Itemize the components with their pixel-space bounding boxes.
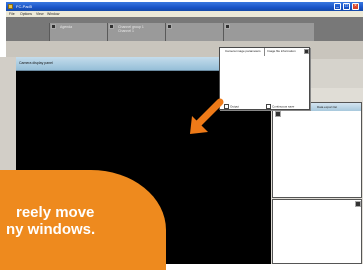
tool-strip-2[interactable]: Channel group 1 Channel 1: [107, 23, 166, 41]
continuous-save-checkbox[interactable]: Continuous save: [266, 104, 294, 109]
panel-title: Camera display panel: [19, 61, 53, 65]
maximize-button[interactable]: □: [343, 3, 350, 10]
column-divider: [264, 48, 265, 56]
callout-line-1: reely move: [16, 204, 95, 221]
tool-strip-4[interactable]: [223, 23, 314, 41]
strip-label: Channel group 1 Channel 1: [118, 25, 144, 33]
tool-strip-1[interactable]: Agenda: [49, 23, 108, 41]
tool-strip-3[interactable]: [165, 23, 224, 41]
panel-close-icon[interactable]: [355, 201, 361, 207]
strip-close-icon[interactable]: [109, 24, 114, 29]
minimize-button[interactable]: _: [334, 3, 341, 10]
tab-image-file-info[interactable]: Image file information: [267, 49, 296, 53]
title-bar: FC-Pad5 _ □ ×: [6, 2, 363, 11]
callout-line-2: ny windows.: [6, 221, 96, 238]
close-icon[interactable]: [304, 49, 309, 54]
checkbox-label: Continuous save: [272, 104, 295, 109]
secondary-panel[interactable]: [272, 199, 362, 264]
strip-close-icon[interactable]: [225, 24, 230, 29]
toolbar: Agenda Channel group 1 Channel 1: [6, 17, 363, 41]
panel-close-icon[interactable]: [275, 111, 281, 117]
strip-close-icon[interactable]: [167, 24, 172, 29]
window-title: FC-Pad5: [16, 4, 33, 9]
strip-label: Agenda: [60, 25, 73, 29]
camera-parameters-window[interactable]: Camera image parameters Image file infor…: [219, 47, 310, 110]
close-button[interactable]: ×: [352, 3, 359, 10]
callout-text: reely move ny windows.: [6, 204, 166, 238]
tab-camera-parameters[interactable]: Camera image parameters: [225, 49, 261, 53]
orange-arrow-icon: [190, 98, 224, 134]
app-icon: [8, 4, 13, 9]
checkbox-label: Output: [230, 104, 240, 109]
data-export-panel[interactable]: Data export list: [272, 102, 362, 198]
checkbox-icon[interactable]: [266, 104, 271, 109]
strip-close-icon[interactable]: [51, 24, 56, 29]
panel-title: Data export list: [317, 105, 338, 109]
